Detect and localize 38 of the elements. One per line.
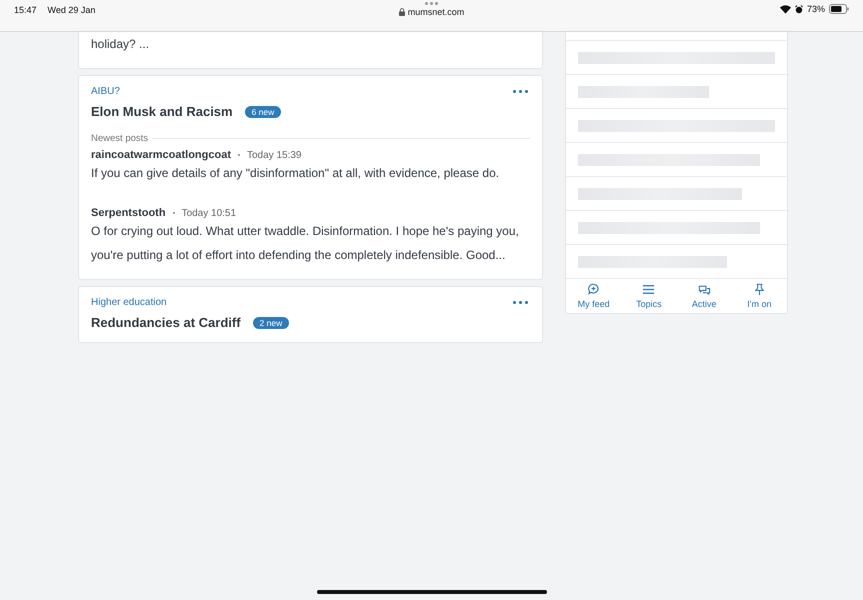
more-options-icon[interactable] (510, 88, 530, 96)
post-author[interactable]: Serpentstooth (91, 207, 166, 219)
page-url[interactable]: mumsnet.com (408, 7, 464, 17)
post-time: Today 15:39 (246, 150, 302, 160)
status-date: Wed 29 Jan (48, 5, 96, 15)
battery-percent: 73% (806, 4, 825, 14)
thread-title[interactable]: Elon Musk and Racism (91, 104, 233, 119)
nav-tab[interactable]: Topics (621, 279, 676, 313)
post-excerpt: If you can give details of any "disinformation" at all, with evidence, please do. (91, 165, 500, 182)
topic-link[interactable]: Higher education (91, 297, 167, 308)
more-options-icon[interactable] (510, 298, 530, 306)
lock-icon (398, 8, 405, 16)
post-time: Today 10:51 (182, 208, 236, 218)
thread-card[interactable] (78, 75, 543, 280)
battery-icon (829, 4, 849, 14)
separator-dot (238, 154, 240, 156)
post-excerpt: O for crying out loud. What utter twaddle. Disinformation. I hope he's paying you, you're putting a lot of effort into defending the completely indefensible. Good... (91, 223, 520, 264)
wifi-icon (780, 4, 791, 14)
nav-tab[interactable]: Active (676, 279, 732, 313)
thread-card[interactable]: holiday? ... (78, 32, 543, 69)
post-author[interactable]: raincoatwarmcoatlongcoat (91, 149, 231, 161)
topic-link[interactable]: AIBU? (91, 86, 120, 97)
thread-card[interactable]: Higher education Redundancies at Cardiff 2 new (78, 286, 543, 343)
clock-time: 15:47 (14, 5, 37, 15)
nav-tab[interactable]: My feed (566, 279, 622, 313)
new-count-badge: 2 new (252, 316, 290, 328)
pin-icon (752, 283, 766, 296)
post-excerpt: holiday? ... (91, 36, 150, 53)
menu-icon (642, 283, 656, 296)
new-count-badge: 6 new (244, 106, 282, 118)
section-label: Newest posts (91, 133, 148, 144)
chat-plus-icon (587, 283, 600, 296)
alarm-icon (794, 4, 803, 14)
chat-bubbles-icon (698, 283, 711, 296)
thread-title[interactable]: Redundancies at Cardiff (91, 315, 241, 330)
more-icon[interactable] (425, 2, 438, 5)
separator-dot (172, 212, 175, 214)
nav-tab[interactable]: I'm on (732, 279, 787, 313)
